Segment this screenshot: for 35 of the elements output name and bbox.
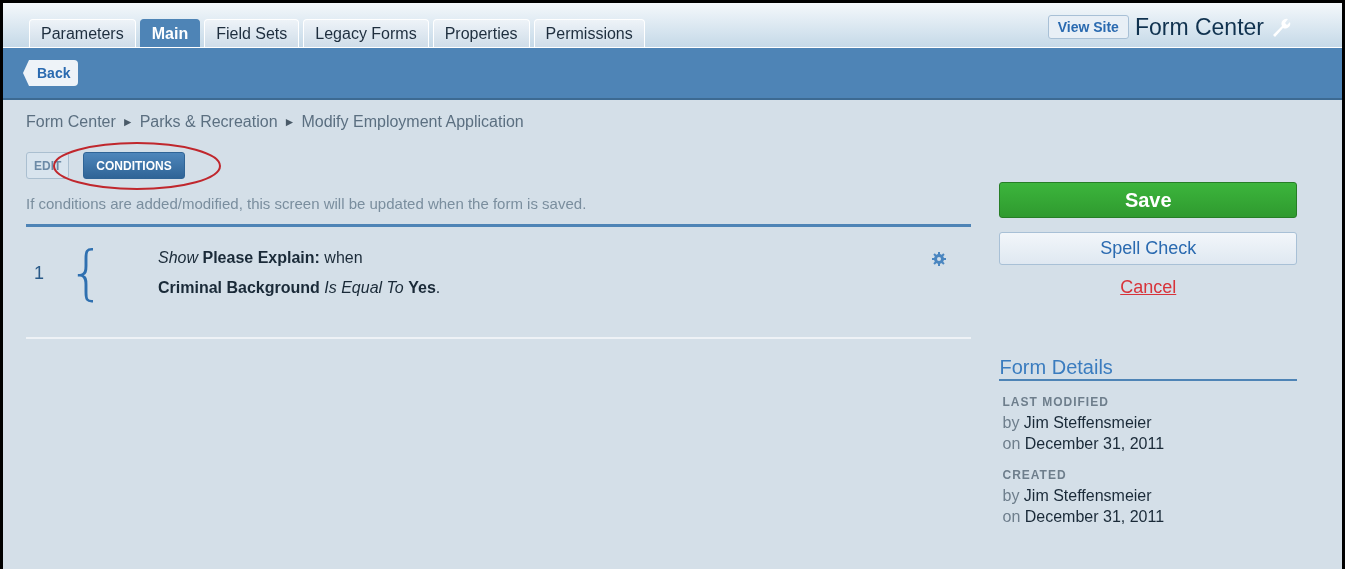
detail-prefix: by xyxy=(1002,487,1020,504)
section-title: Form Details xyxy=(999,356,1297,381)
view-site-button[interactable]: View Site xyxy=(1047,15,1129,39)
mode-button[interactable]: CONDITIONS xyxy=(83,152,185,179)
breadcrumb-link[interactable]: Form Center xyxy=(26,113,116,131)
condition-text: Criminal Background Is Equal To Yes. xyxy=(158,278,442,298)
breadcrumb-separator: ► xyxy=(283,115,296,129)
brace-symbol: { xyxy=(68,243,106,303)
spell-check-button[interactable]: Spell Check xyxy=(999,232,1297,265)
detail-prefix: on xyxy=(1002,435,1021,452)
detail-prefix: on xyxy=(1002,508,1021,525)
detail-heading: LAST MODIFIED xyxy=(1002,395,1110,409)
settings-icon[interactable] xyxy=(932,252,947,266)
breadcrumb-link[interactable]: Modify Employment Application xyxy=(301,113,524,131)
tab[interactable]: Properties xyxy=(432,19,530,47)
cancel-link[interactable]: Cancel xyxy=(1120,277,1177,298)
tab[interactable]: Permissions xyxy=(533,19,645,47)
tab[interactable]: Main xyxy=(139,19,201,47)
detail-value: December 31, 2011 xyxy=(1024,508,1165,525)
breadcrumb-link[interactable]: Parks & Recreation xyxy=(139,113,278,131)
tab[interactable]: Legacy Forms xyxy=(303,19,429,47)
breadcrumb-separator: ► xyxy=(121,115,134,129)
detail-heading: CREATED xyxy=(1002,468,1068,482)
app-title: Form Center xyxy=(1134,13,1264,41)
condition-number: 1 xyxy=(33,262,45,284)
save-button[interactable]: Save xyxy=(999,182,1297,218)
notice-text: If conditions are added/modified, this screen will be updated when the form is saved. xyxy=(26,195,588,212)
detail-value: December 31, 2011 xyxy=(1024,435,1165,452)
tab[interactable]: Field Sets xyxy=(204,19,300,47)
detail-prefix: by xyxy=(1002,414,1020,431)
detail-value: Jim Steffensmeier xyxy=(1023,414,1152,431)
condition-text: Show Please Explain: when xyxy=(158,248,364,268)
tab[interactable]: Parameters xyxy=(29,19,136,47)
back-button[interactable]: Back xyxy=(23,60,79,86)
detail-value: Jim Steffensmeier xyxy=(1023,487,1152,504)
